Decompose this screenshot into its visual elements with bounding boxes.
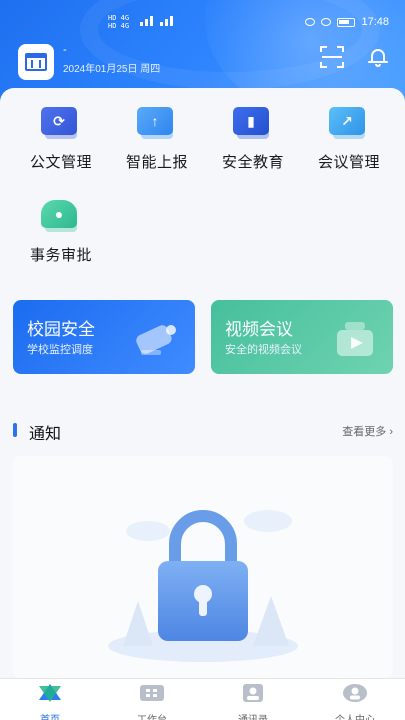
chart-screen-icon: ↗ bbox=[329, 107, 369, 141]
signal-icon bbox=[145, 19, 148, 26]
signal-icon bbox=[140, 22, 143, 26]
org-logo bbox=[18, 44, 54, 80]
lock-icon bbox=[108, 510, 298, 662]
building-icon bbox=[25, 53, 47, 71]
document-refresh-icon: ⟳ bbox=[41, 107, 81, 141]
quick-action-approval[interactable]: ● 事务审批 bbox=[11, 200, 111, 265]
quick-action-document[interactable]: ⟳ 公文管理 bbox=[11, 107, 111, 172]
card-subtitle: 学校监控调度 bbox=[27, 344, 93, 356]
notice-title: 通知 bbox=[29, 426, 62, 443]
book-icon: ▮ bbox=[233, 107, 273, 141]
video-icon bbox=[337, 322, 373, 356]
clock: 17:48 bbox=[361, 16, 389, 28]
org-name: - bbox=[63, 44, 67, 56]
video-meeting-card[interactable]: 视频会议 安全的视频会议 bbox=[211, 300, 393, 374]
stamp-icon: ● bbox=[41, 200, 81, 234]
view-more-link[interactable]: 查看更多 › bbox=[342, 423, 393, 439]
card-title: 校园安全 bbox=[27, 320, 95, 339]
alarm-icon bbox=[321, 18, 332, 26]
status-bar: HD 4G HD 4G 17:48 bbox=[0, 0, 405, 40]
quick-action-safety-education[interactable]: ▮ 安全教育 bbox=[203, 107, 303, 172]
current-date: 2024年01月25日 周四 bbox=[63, 64, 161, 75]
quick-action-meeting[interactable]: ↗ 会议管理 bbox=[299, 107, 399, 172]
card-subtitle: 安全的视频会议 bbox=[225, 344, 302, 356]
tab-contacts[interactable]: 通讯录 bbox=[213, 683, 293, 720]
tab-profile[interactable]: 个人中心 bbox=[315, 683, 395, 720]
battery-icon bbox=[337, 17, 356, 27]
network-indicator: HD 4G HD 4G bbox=[108, 14, 130, 30]
notice-section-header: 通知 查看更多 › bbox=[13, 420, 393, 443]
contacts-icon bbox=[243, 684, 263, 702]
upload-icon: ↑ bbox=[137, 107, 177, 141]
quick-action-report[interactable]: ↑ 智能上报 bbox=[107, 107, 207, 172]
bell-icon[interactable] bbox=[368, 46, 388, 68]
signal-icon bbox=[170, 16, 173, 26]
signal-icon bbox=[165, 19, 168, 26]
notice-list-empty bbox=[13, 456, 393, 678]
campus-safety-card[interactable]: 校园安全 学校监控调度 bbox=[13, 300, 195, 374]
home-icon bbox=[39, 684, 61, 702]
signal-icon bbox=[160, 22, 163, 26]
eye-icon bbox=[305, 18, 316, 26]
signal-icon bbox=[150, 16, 153, 26]
bottom-tab-bar: 首页 工作台 通讯录 个人中心 bbox=[0, 678, 405, 720]
workbench-icon bbox=[140, 685, 164, 701]
camera-icon bbox=[136, 325, 176, 355]
tab-workbench[interactable]: 工作台 bbox=[112, 683, 192, 720]
profile-icon bbox=[343, 684, 367, 702]
tab-home[interactable]: 首页 bbox=[10, 683, 90, 720]
section-accent-bar bbox=[13, 423, 17, 437]
card-title: 视频会议 bbox=[225, 320, 293, 339]
scan-icon[interactable] bbox=[320, 46, 344, 68]
